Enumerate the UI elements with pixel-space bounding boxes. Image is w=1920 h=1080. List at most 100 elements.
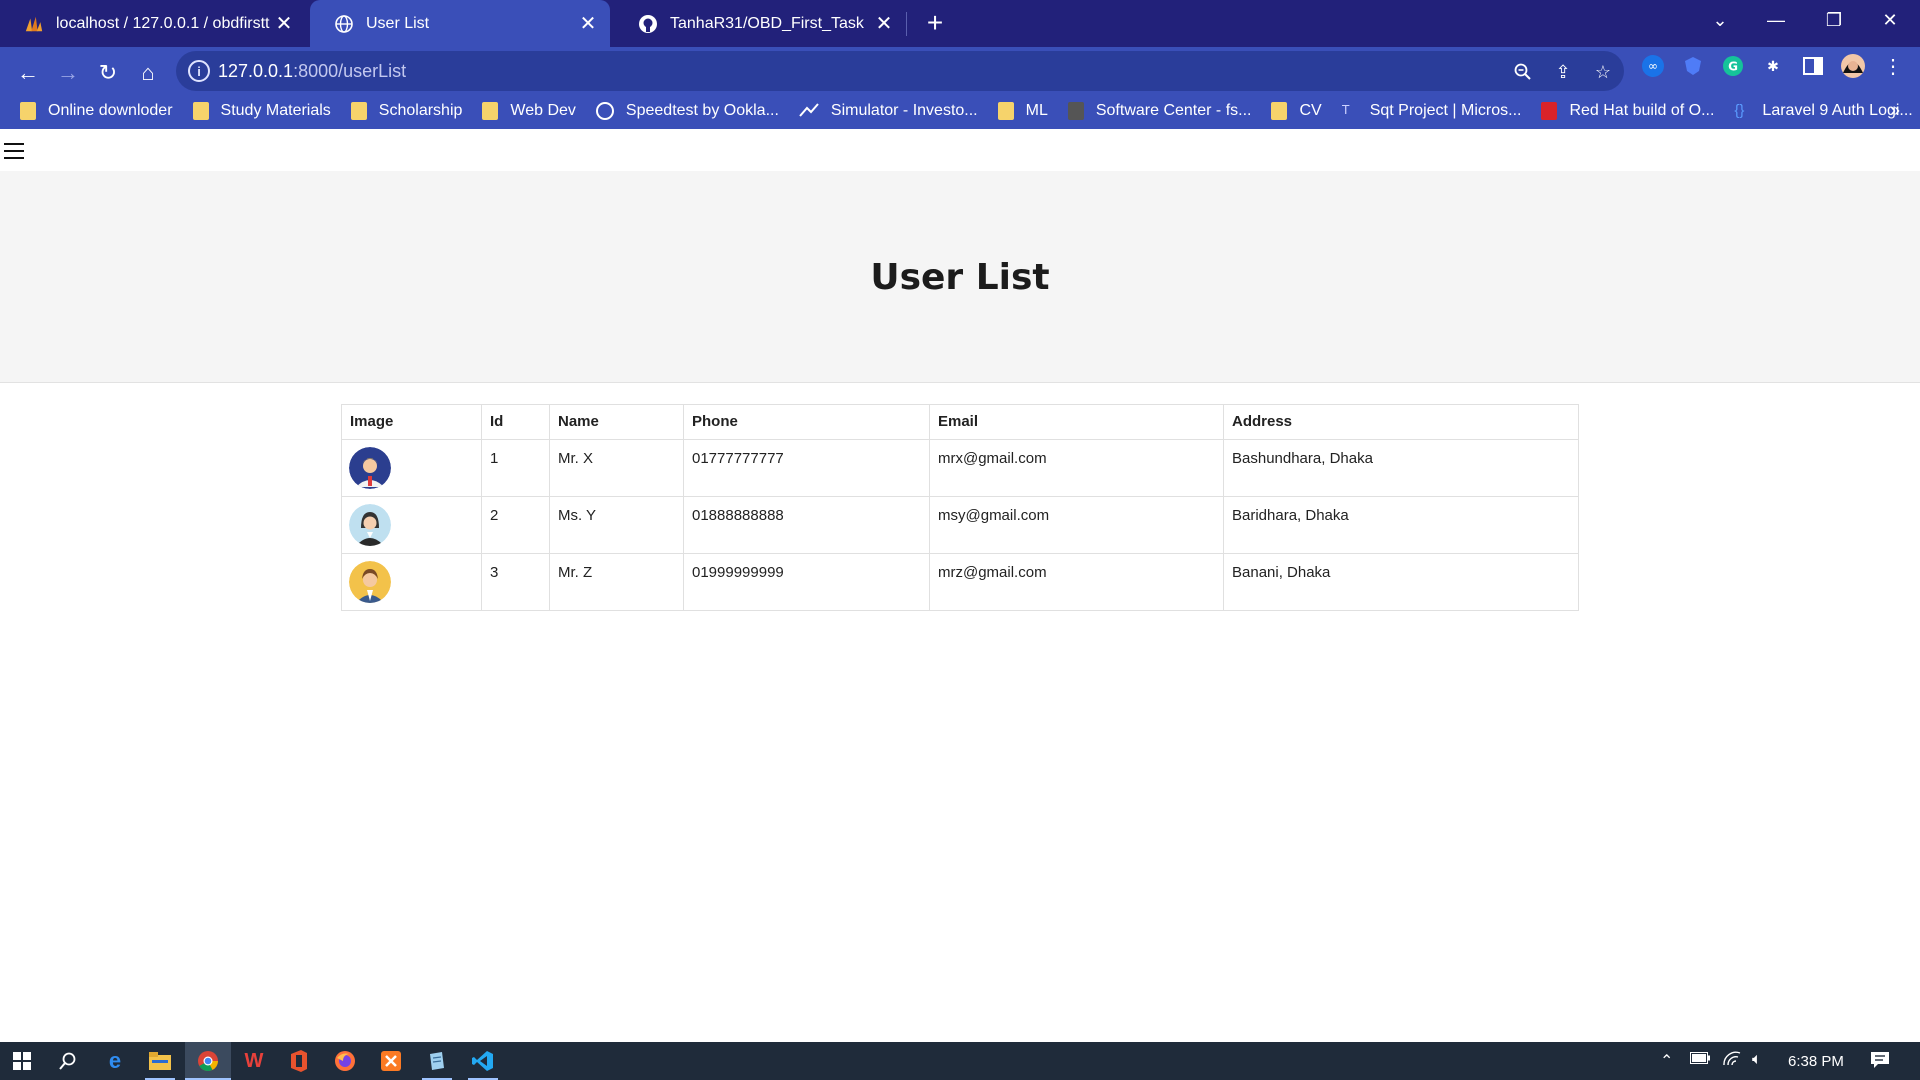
reload-icon[interactable]: ↻ xyxy=(88,53,128,93)
minimize-icon[interactable]: — xyxy=(1752,0,1800,40)
browser-tabstrip: localhost / 127.0.0.1 / obdfirsttask ✕ U… xyxy=(0,0,1920,47)
volume-icon[interactable]: 🔈︎ xyxy=(1752,1051,1762,1069)
svg-text:∞: ∞ xyxy=(1648,59,1658,73)
vscode-icon[interactable] xyxy=(468,1046,498,1076)
battery-icon[interactable] xyxy=(1690,1051,1710,1069)
tab-title: User List xyxy=(366,14,430,32)
id-cell: 1 xyxy=(481,439,550,497)
tab-user-list[interactable]: User List ✕ xyxy=(310,0,610,47)
tab-title: localhost / 127.0.0.1 / obdfirsttask xyxy=(56,14,270,32)
restore-icon[interactable]: ❐ xyxy=(1810,0,1858,40)
male-avatar-icon xyxy=(349,447,391,489)
new-tab-plus-icon[interactable]: + xyxy=(918,6,952,40)
bookmark-sqt-project[interactable]: T Sqt Project | Micros... xyxy=(1342,102,1522,120)
image-cell xyxy=(341,553,482,611)
home-icon[interactable]: ⌂ xyxy=(128,53,168,93)
wps-icon[interactable]: W xyxy=(239,1046,269,1076)
tab-github[interactable]: TanhaR31/OBD_First_Task ✕ xyxy=(614,0,906,47)
bookmark-online-downloder[interactable]: Online downloder xyxy=(20,101,173,120)
phpmyadmin-icon xyxy=(24,14,44,34)
table-header-row: Image Id Name Phone Email Address xyxy=(341,404,1579,440)
bookmark-simulator[interactable]: Simulator - Investo... xyxy=(799,102,978,120)
folder-icon xyxy=(192,101,209,120)
windows-start-icon[interactable] xyxy=(7,1046,37,1076)
extension-shield-icon[interactable] xyxy=(1680,53,1706,79)
github-icon xyxy=(638,14,658,34)
address-bar[interactable]: i 127.0.0.1:8000/userList ⇪ ☆ xyxy=(176,51,1624,91)
browser-menu-icon[interactable]: ⋮ xyxy=(1880,53,1906,79)
side-panel-icon[interactable] xyxy=(1800,53,1826,79)
image-cell xyxy=(341,439,482,497)
male-avatar-icon xyxy=(349,561,391,603)
profile-avatar-icon[interactable] xyxy=(1840,53,1866,79)
user-table-container: Image Id Name Phone Email Address 1 Mr. … xyxy=(341,404,1579,611)
firefox-icon[interactable] xyxy=(330,1046,360,1076)
notepad-icon[interactable] xyxy=(422,1046,452,1076)
windows-taskbar: e W ⌃ 🔈︎ 6:38 PM xyxy=(0,1042,1920,1080)
bookmark-software-center[interactable]: Software Center - fs... xyxy=(1067,101,1251,120)
share-icon[interactable]: ⇪ xyxy=(1550,59,1576,85)
id-cell: 2 xyxy=(481,496,550,554)
tab-phpmyadmin[interactable]: localhost / 127.0.0.1 / obdfirsttask ✕ xyxy=(0,0,306,47)
email-cell: mrx@gmail.com xyxy=(929,439,1224,497)
tray-chevron-icon[interactable]: ⌃ xyxy=(1660,1051,1673,1071)
grammarly-icon[interactable]: G xyxy=(1720,53,1746,79)
office-icon[interactable] xyxy=(284,1046,314,1076)
phone-cell: 01888888888 xyxy=(683,496,930,554)
image-cell xyxy=(341,496,482,554)
female-avatar-icon xyxy=(349,504,391,546)
bookmark-laravel-auth[interactable]: {} Laravel 9 Auth Logi... xyxy=(1734,102,1912,120)
tab-search-chevron-icon[interactable]: ⌄ xyxy=(1696,0,1744,40)
search-icon[interactable] xyxy=(53,1046,83,1076)
bookmark-red-hat[interactable]: Red Hat build of O... xyxy=(1541,101,1714,120)
extension-infinity-icon[interactable]: ∞ xyxy=(1640,53,1666,79)
bookmark-web-dev[interactable]: Web Dev xyxy=(482,101,576,120)
wifi-icon[interactable] xyxy=(1722,1051,1742,1072)
bookmarks-overflow-icon[interactable]: » xyxy=(1890,100,1900,121)
folder-icon xyxy=(1271,101,1288,120)
page-content: User List Image Id Name Phone Email Addr… xyxy=(0,129,1920,1042)
tab-close-icon[interactable]: ✕ xyxy=(574,10,602,38)
braces-icon: {} xyxy=(1734,101,1745,119)
tab-close-icon[interactable]: ✕ xyxy=(870,10,898,38)
folder-icon xyxy=(997,101,1014,120)
bookmarks-bar: Online downloder Study Materials Scholar… xyxy=(0,92,1920,129)
bookmark-scholarship[interactable]: Scholarship xyxy=(350,101,462,120)
teams-icon: T xyxy=(1341,101,1350,117)
bookmark-cv[interactable]: CV xyxy=(1271,101,1322,120)
id-cell: 3 xyxy=(481,553,550,611)
investopedia-icon xyxy=(799,102,819,120)
table-row: 2 Ms. Y 01888888888 msy@gmail.com Baridh… xyxy=(341,496,1579,554)
bookmark-study-materials[interactable]: Study Materials xyxy=(192,101,331,120)
column-header: Address xyxy=(1223,404,1579,440)
site-info-icon[interactable]: i xyxy=(188,60,210,82)
bookmark-star-icon[interactable]: ☆ xyxy=(1590,59,1616,85)
tab-separator xyxy=(906,12,907,36)
hamburger-menu-icon[interactable] xyxy=(4,141,24,161)
table-row: 1 Mr. X 01777777777 mrx@gmail.com Bashun… xyxy=(341,439,1579,497)
xampp-icon[interactable] xyxy=(376,1046,406,1076)
zoom-icon[interactable] xyxy=(1510,59,1536,85)
notifications-icon[interactable] xyxy=(1870,1051,1890,1074)
forward-arrow-icon[interactable]: → xyxy=(48,53,88,93)
close-window-icon[interactable]: ✕ xyxy=(1866,0,1914,40)
email-cell: mrz@gmail.com xyxy=(929,553,1224,611)
bookmark-speedtest[interactable]: Speedtest by Ookla... xyxy=(595,101,779,120)
column-header: Name xyxy=(549,404,684,440)
address-url[interactable]: 127.0.0.1:8000/userList xyxy=(218,61,406,82)
taskbar-clock[interactable]: 6:38 PM xyxy=(1788,1053,1844,1070)
extensions-puzzle-icon[interactable]: ✱ xyxy=(1760,53,1786,79)
address-cell: Banani, Dhaka xyxy=(1223,553,1579,611)
chrome-icon[interactable] xyxy=(193,1046,223,1076)
bookmark-ml[interactable]: ML xyxy=(997,101,1048,120)
page-title: User List xyxy=(870,257,1050,298)
back-arrow-icon[interactable]: ← xyxy=(8,53,48,93)
redhat-icon xyxy=(1541,101,1558,120)
column-header: Image xyxy=(341,404,482,440)
globe-icon xyxy=(334,14,354,34)
address-cell: Baridhara, Dhaka xyxy=(1223,496,1579,554)
file-explorer-icon[interactable] xyxy=(145,1046,175,1076)
edge-icon[interactable]: e xyxy=(100,1046,130,1076)
tab-close-icon[interactable]: ✕ xyxy=(270,10,298,38)
svg-text:G: G xyxy=(1728,60,1738,74)
